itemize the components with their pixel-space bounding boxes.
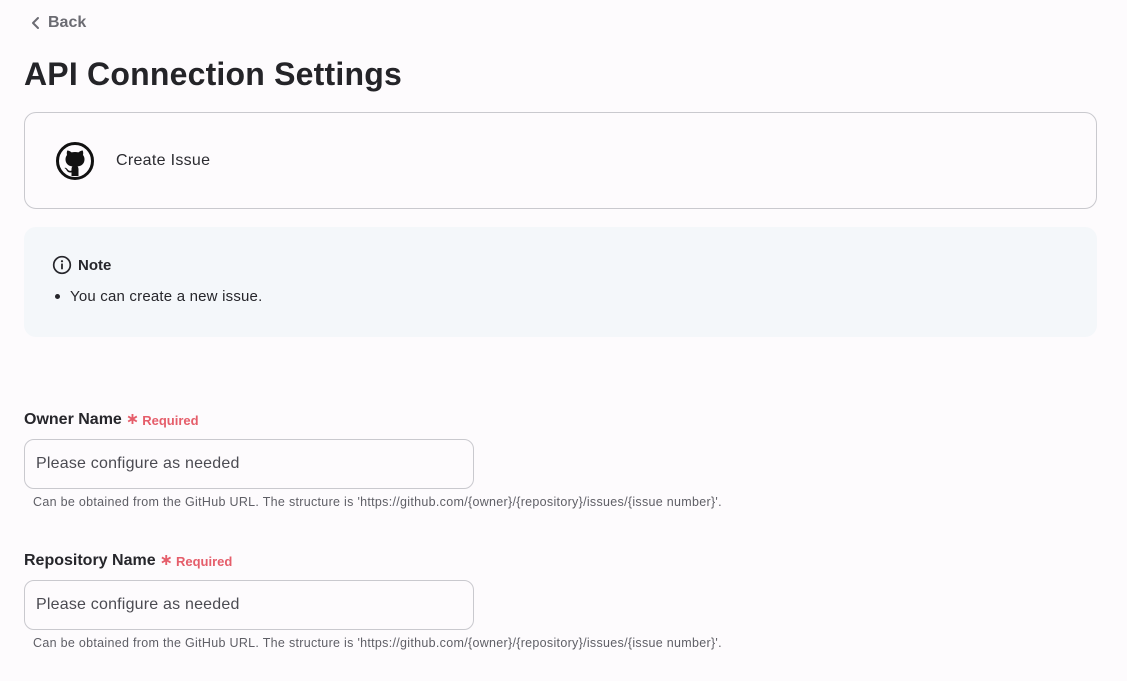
page-title: API Connection Settings: [24, 56, 402, 92]
github-icon: [56, 141, 94, 180]
action-card[interactable]: Create Issue: [24, 112, 1097, 209]
owner-name-label: Owner Name: [24, 411, 122, 428]
repository-name-field: Repository Name ∗ Required Can be obtain…: [24, 552, 722, 650]
action-name: Create Issue: [116, 151, 211, 169]
asterisk-icon: ∗: [159, 552, 173, 569]
back-label: Back: [48, 14, 87, 31]
owner-name-input[interactable]: [24, 439, 474, 489]
asterisk-icon: ∗: [125, 411, 140, 428]
repository-name-label: Repository Name: [24, 552, 156, 569]
api-connection-settings-page: Back API Connection Settings Create Issu…: [0, 0, 1127, 681]
note-title: Note: [78, 256, 112, 274]
owner-name-field: Owner Name ∗ Required Can be obtained fr…: [24, 411, 722, 509]
note-panel: Note You can create a new issue.: [24, 227, 1097, 337]
note-header: Note: [52, 255, 111, 275]
required-text: Required: [176, 553, 233, 569]
back-link[interactable]: Back: [30, 14, 86, 32]
chevron-left-icon: [32, 17, 39, 29]
owner-name-hint: Can be obtained from the GitHub URL. The…: [33, 495, 722, 509]
info-icon: [52, 255, 72, 275]
repository-name-label-row: Repository Name ∗ Required: [24, 552, 722, 570]
required-text: Required: [142, 412, 199, 428]
note-text: You can create a new issue.: [70, 288, 263, 305]
repository-name-input[interactable]: [24, 580, 474, 630]
repository-name-hint: Can be obtained from the GitHub URL. The…: [33, 636, 722, 650]
note-list-item: You can create a new issue.: [52, 288, 262, 305]
required-badge: ∗ Required: [126, 412, 199, 428]
bullet-icon: [55, 294, 60, 299]
owner-name-label-row: Owner Name ∗ Required: [24, 411, 722, 429]
required-badge: ∗ Required: [160, 553, 233, 569]
